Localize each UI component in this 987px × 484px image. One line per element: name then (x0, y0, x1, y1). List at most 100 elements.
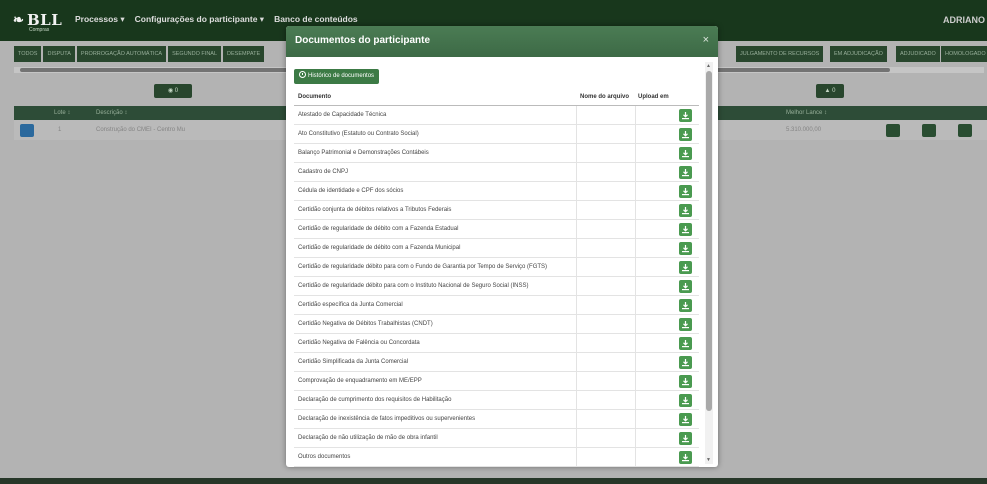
download-icon (682, 264, 689, 272)
column-divider (635, 353, 636, 372)
clock-icon (299, 71, 306, 78)
document-row: Balanço Patrimonial e Demonstrações Cont… (294, 144, 699, 163)
column-divider (635, 429, 636, 448)
document-row: Atestado de Capacidade Técnica (294, 106, 699, 125)
document-name: Certidão Negativa de Débitos Trabalhista… (298, 321, 433, 327)
column-divider (635, 410, 636, 429)
history-documents-button[interactable]: Histórico de documentos (294, 69, 380, 84)
document-name: Certidão específica da Junta Comercial (298, 302, 403, 308)
document-row: Certidão de regularidade débito para com… (294, 277, 699, 296)
column-divider (635, 201, 636, 220)
download-button[interactable] (679, 413, 692, 426)
column-divider (635, 239, 636, 258)
document-name: Declaração de não utilização de mão de o… (298, 435, 438, 441)
column-divider (576, 391, 577, 410)
download-button[interactable] (679, 128, 692, 141)
download-icon (682, 397, 689, 405)
download-icon (682, 226, 689, 234)
download-button[interactable] (679, 318, 692, 331)
download-icon (682, 359, 689, 367)
document-name: Declaração de inexistência de fatos impe… (298, 416, 476, 422)
download-icon (682, 416, 689, 424)
modal-scrollbar[interactable]: ▲ ▼ (705, 62, 713, 464)
download-button[interactable] (679, 432, 692, 445)
download-button[interactable] (679, 375, 692, 388)
scroll-up-icon[interactable]: ▲ (706, 63, 711, 69)
column-divider (635, 258, 636, 277)
documents-modal: Documentos do participante × Histórico d… (286, 26, 718, 467)
download-button[interactable] (679, 242, 692, 255)
download-icon (682, 169, 689, 177)
column-divider (635, 372, 636, 391)
column-divider (576, 429, 577, 448)
column-divider (635, 277, 636, 296)
document-name: Comprovação de enquadramento em ME/EPP (298, 378, 422, 384)
download-button[interactable] (679, 451, 692, 464)
col-upload-em: Upload em (638, 94, 669, 100)
download-button[interactable] (679, 109, 692, 122)
download-button[interactable] (679, 356, 692, 369)
download-button[interactable] (679, 394, 692, 407)
column-divider (576, 144, 577, 163)
close-icon[interactable]: × (703, 34, 709, 46)
document-row: Certidão Negativa de Débitos Trabalhista… (294, 315, 699, 334)
download-button[interactable] (679, 261, 692, 274)
download-button[interactable] (679, 204, 692, 217)
document-row: Declaração de cumprimento dos requisitos… (294, 391, 699, 410)
column-divider (576, 315, 577, 334)
column-divider (576, 277, 577, 296)
col-documento: Documento (298, 94, 331, 100)
download-button[interactable] (679, 223, 692, 236)
document-name: Certidão de regularidade débito para com… (298, 264, 548, 270)
download-icon (682, 283, 689, 291)
download-icon (682, 302, 689, 310)
col-nome-arquivo: Nome do arquivo (580, 94, 630, 100)
document-name: Cadastro de CNPJ (298, 169, 349, 175)
document-name: Certidão de regularidade de débito com a… (298, 226, 459, 232)
document-name: Declaração de cumprimento dos requisitos… (298, 397, 452, 403)
download-button[interactable] (679, 185, 692, 198)
document-name: Cédula de identidade e CPF dos sócios (298, 188, 404, 194)
column-divider (576, 220, 577, 239)
column-divider (576, 372, 577, 391)
column-divider (635, 220, 636, 239)
document-row: Certidão Negativa de Falência ou Concord… (294, 334, 699, 353)
download-icon (682, 378, 689, 386)
document-row: Cédula de identidade e CPF dos sócios (294, 182, 699, 201)
column-divider (635, 296, 636, 315)
document-name: Atestado de Capacidade Técnica (298, 112, 387, 118)
scroll-down-icon[interactable]: ▼ (706, 457, 711, 463)
document-row: Certidão de regularidade de débito com a… (294, 220, 699, 239)
document-row: Certidão específica da Junta Comercial (294, 296, 699, 315)
download-button[interactable] (679, 337, 692, 350)
column-divider (576, 125, 577, 144)
download-button[interactable] (679, 299, 692, 312)
document-name: Outros documentos (298, 454, 351, 460)
column-divider (635, 334, 636, 353)
document-row: Cadastro de CNPJ (294, 163, 699, 182)
column-divider (576, 182, 577, 201)
column-divider (635, 315, 636, 334)
column-divider (576, 239, 577, 258)
document-name: Balanço Patrimonial e Demonstrações Cont… (298, 150, 429, 156)
download-icon (682, 150, 689, 158)
download-button[interactable] (679, 166, 692, 179)
document-row: Certidão Simplificada da Junta Comercial (294, 353, 699, 372)
download-icon (682, 245, 689, 253)
history-button-label: Histórico de documentos (308, 73, 375, 79)
column-divider (635, 391, 636, 410)
document-row: Declaração de não utilização de mão de o… (294, 429, 699, 448)
modal-title: Documentos do participante (295, 35, 431, 46)
column-divider (576, 296, 577, 315)
modal-scrollbar-thumb[interactable] (706, 71, 712, 411)
document-name: Ato Constitutivo (Estatuto ou Contrato S… (298, 131, 419, 137)
download-icon (682, 321, 689, 329)
download-button[interactable] (679, 280, 692, 293)
download-button[interactable] (679, 147, 692, 160)
column-divider (576, 448, 577, 467)
document-row: Certidão de regularidade de débito com a… (294, 239, 699, 258)
column-divider (576, 410, 577, 429)
download-icon (682, 435, 689, 443)
document-name: Certidão conjunta de débitos relativos a… (298, 207, 452, 213)
document-row: Certidão conjunta de débitos relativos a… (294, 201, 699, 220)
